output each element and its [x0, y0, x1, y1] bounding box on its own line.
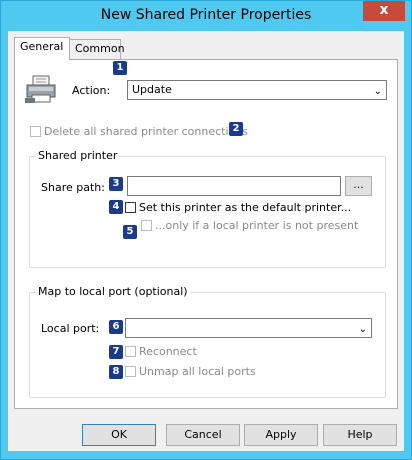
- apply-button[interactable]: Apply: [244, 424, 318, 446]
- action-label: Action:: [72, 84, 111, 97]
- share-path-label: Share path:: [41, 181, 105, 194]
- share-path-input[interactable]: [127, 176, 341, 196]
- general-tab-panel: 1 Action: Update ⌄ Delete all shared pri…: [14, 59, 398, 409]
- chevron-down-icon: ⌄: [358, 324, 367, 335]
- action-select[interactable]: Update ⌄: [127, 80, 387, 100]
- badge-1: 1: [113, 61, 127, 75]
- reconnect-checkbox[interactable]: [125, 346, 136, 357]
- delete-all-label: Delete all shared printer connections: [44, 125, 248, 138]
- unmap-label: Unmap all local ports: [139, 365, 256, 378]
- unmap-checkbox[interactable]: [125, 366, 136, 377]
- map-local-port-group-title: Map to local port (optional): [36, 285, 190, 298]
- cancel-button[interactable]: Cancel: [166, 424, 240, 446]
- badge-8: 8: [109, 365, 123, 379]
- badge-6: 6: [109, 320, 123, 334]
- help-button[interactable]: Help: [323, 424, 397, 446]
- action-value: Update: [132, 83, 172, 96]
- ok-button[interactable]: OK: [82, 424, 156, 446]
- delete-all-checkbox[interactable]: [30, 126, 41, 137]
- title-bar[interactable]: New Shared Printer Properties x: [1, 1, 411, 31]
- dialog-client: General Common 1 Action: Update ⌄ Delete…: [8, 31, 404, 451]
- only-if-label: ...only if a local printer is not presen…: [155, 219, 359, 232]
- dialog-window: New Shared Printer Properties x General …: [0, 0, 412, 460]
- tab-general[interactable]: General: [14, 37, 70, 60]
- badge-3: 3: [109, 177, 123, 191]
- close-button[interactable]: x: [363, 1, 405, 21]
- local-port-label: Local port:: [41, 322, 100, 335]
- only-if-checkbox[interactable]: [141, 220, 152, 231]
- local-port-select[interactable]: ⌄: [125, 318, 372, 338]
- tab-common[interactable]: Common: [69, 39, 125, 59]
- badge-4: 4: [109, 200, 123, 214]
- badge-7: 7: [109, 345, 123, 359]
- reconnect-label: Reconnect: [139, 345, 197, 358]
- set-default-label: Set this printer as the default printer.…: [139, 201, 352, 214]
- map-local-port-group: Map to local port (optional): [29, 285, 386, 398]
- window-title: New Shared Printer Properties: [100, 7, 312, 23]
- badge-2: 2: [229, 122, 243, 136]
- browse-button[interactable]: ...: [345, 176, 372, 196]
- printer-icon: [25, 74, 57, 107]
- set-default-checkbox[interactable]: [125, 202, 136, 213]
- shared-printer-group-title: Shared printer: [36, 149, 120, 162]
- badge-5: 5: [123, 225, 137, 239]
- chevron-down-icon: ⌄: [373, 86, 382, 97]
